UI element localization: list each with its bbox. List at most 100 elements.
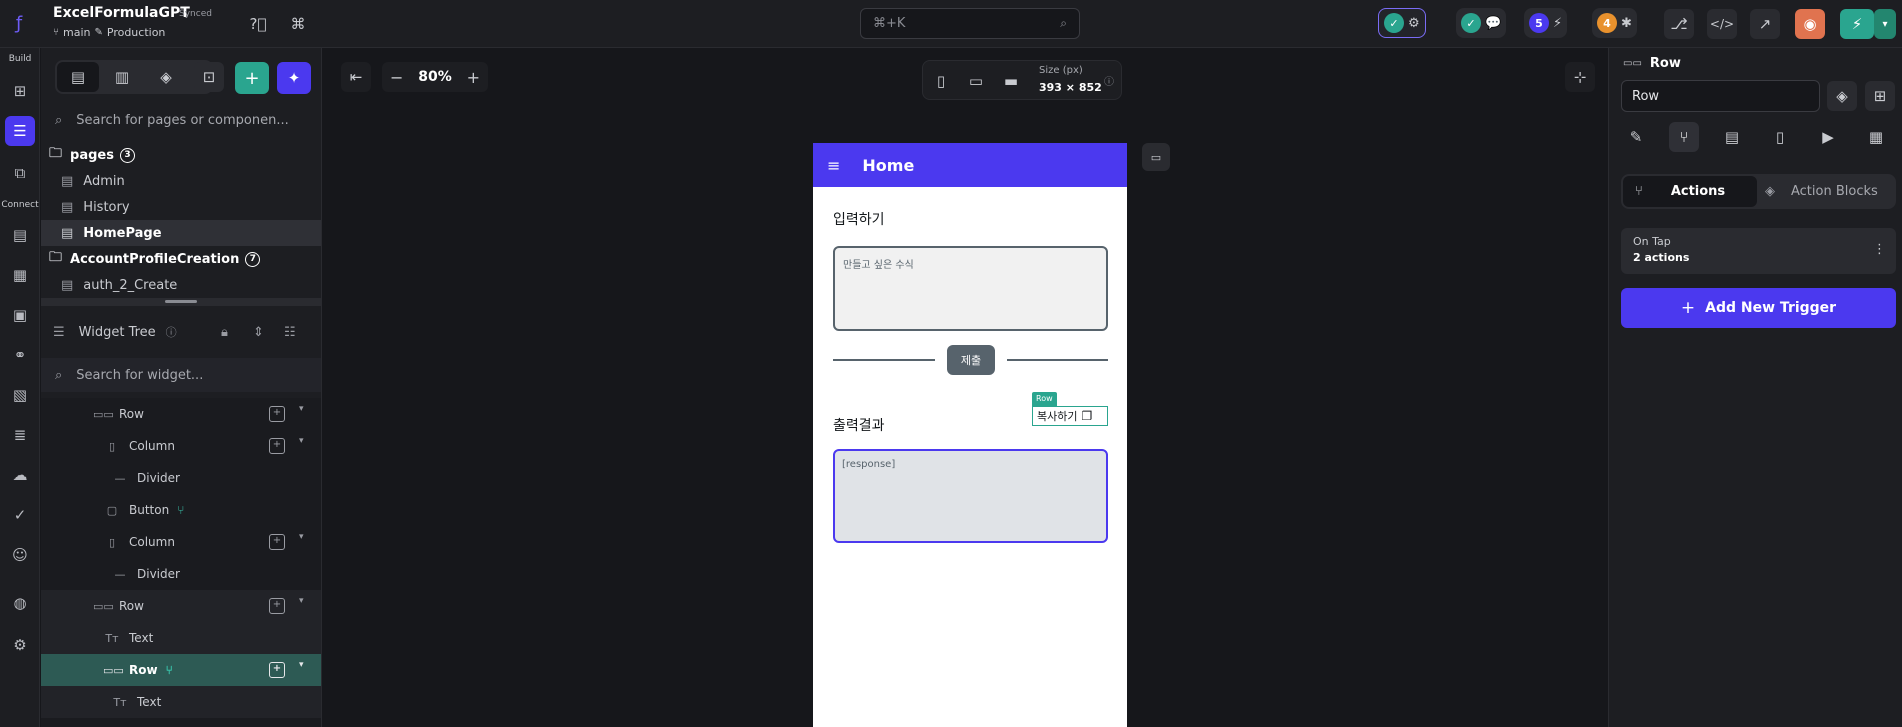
sort-icon[interactable]: ☷	[284, 325, 296, 340]
more-vertical-icon[interactable]: ⋮	[1873, 242, 1886, 257]
copy-row-selected[interactable]: 복사하기 ❐	[1032, 406, 1108, 426]
add-page-icon[interactable]: +	[235, 62, 269, 94]
components-tab-icon[interactable]: ▥	[101, 62, 143, 92]
add-child-icon[interactable]: +	[269, 534, 285, 550]
layout-tab-icon[interactable]: ▯	[1765, 122, 1795, 152]
agent-status-pill[interactable]: ✓ ⚙	[1378, 8, 1426, 38]
lock-icon[interactable]: 🔒︎	[221, 325, 228, 340]
tree-node-row-selected[interactable]: ▭▭ Row ⑂ + ▾	[41, 654, 321, 686]
actions-tab-icon[interactable]: ⑂	[1669, 122, 1699, 152]
agents-icon[interactable]: ☺	[5, 540, 35, 570]
tree-node-text[interactable]: Tт Text	[41, 686, 321, 718]
settings-icon[interactable]: ⚙	[5, 630, 35, 660]
ai-generate-icon[interactable]: ✦	[277, 62, 311, 94]
notes-tab-icon[interactable]: ▦	[1861, 122, 1891, 152]
widget-tree-icon[interactable]: ☰	[5, 116, 35, 146]
pages-folder[interactable]: 🗀 pages 3	[41, 142, 321, 168]
formula-input[interactable]: 만들고 싶은 수식	[833, 246, 1108, 331]
animation-tab-icon[interactable]: ▶	[1813, 122, 1843, 152]
app-logo-icon[interactable]: ƒ	[8, 13, 30, 35]
app-state-icon[interactable]: ▦	[5, 260, 35, 290]
api-calls-icon[interactable]: ≣	[5, 420, 35, 450]
branch-tools-icon[interactable]: ⎇	[1664, 9, 1694, 39]
media-icon[interactable]: ▣	[5, 300, 35, 330]
phone-device-icon[interactable]: ▯	[926, 66, 956, 96]
chevron-down-icon[interactable]: ▾	[299, 660, 304, 670]
chevron-down-icon[interactable]: ▾	[299, 404, 304, 414]
run-bolt-icon[interactable]: ⚡	[1840, 9, 1874, 39]
library-tab-icon[interactable]: ◈	[145, 62, 187, 92]
chevron-down-icon[interactable]: ▾	[299, 436, 304, 446]
global-search[interactable]: ⌘+K ⌕	[860, 8, 1080, 39]
errors-pill[interactable]: 4 ✱	[1592, 8, 1637, 38]
branch-info[interactable]: ⑂ main ✎ Production	[53, 26, 165, 39]
add-child-icon[interactable]: +	[269, 662, 285, 678]
page-item-auth-2-create[interactable]: ▤ auth_2_Create	[41, 272, 321, 298]
zoom-out-icon[interactable]: −	[390, 68, 403, 87]
tree-node-text[interactable]: Tт Text	[41, 622, 321, 654]
pages-tab-icon[interactable]: ▤	[57, 62, 99, 92]
canvas-settings-icon[interactable]: ⊹	[1565, 62, 1595, 92]
project-title[interactable]: ExcelFormulaGPT	[53, 5, 190, 21]
new-folder-icon[interactable]: ⊡	[194, 62, 224, 92]
widget-name-field[interactable]: Row	[1621, 80, 1820, 112]
tablet-device-icon[interactable]: ▭	[961, 66, 991, 96]
add-child-icon[interactable]: +	[269, 598, 285, 614]
command-icon[interactable]: ⌘	[283, 9, 313, 39]
theme-icon[interactable]: ◍	[5, 588, 35, 618]
collapse-panel-icon[interactable]: ⇤	[341, 62, 371, 92]
integrations-icon[interactable]: ⚭	[5, 340, 35, 370]
warnings-pill[interactable]: 5 ⚡	[1524, 8, 1568, 38]
chevron-down-icon[interactable]: ▾	[299, 532, 304, 542]
page-item-admin[interactable]: ▤ Admin	[41, 168, 321, 194]
add-new-trigger-button[interactable]: + Add New Trigger	[1621, 288, 1896, 328]
link-icon[interactable]: ▭	[1142, 143, 1170, 171]
properties-tab-icon[interactable]: ✎	[1621, 122, 1651, 152]
tree-node-row[interactable]: ▭▭ Row + ▾	[41, 590, 321, 622]
action-blocks-tab[interactable]: ◈ Action Blocks	[1757, 176, 1894, 207]
tree-node-row[interactable]: ▭▭ Row + ▾	[41, 398, 321, 430]
code-icon[interactable]: </>	[1707, 9, 1737, 39]
open-external-icon[interactable]: ↗	[1750, 9, 1780, 39]
panel-resize-handle[interactable]	[41, 298, 321, 306]
tree-node-divider[interactable]: — Divider	[41, 558, 321, 590]
chevron-down-icon[interactable]: ▾	[299, 596, 304, 606]
app-bar[interactable]: ≡ Home	[813, 143, 1127, 187]
widget-search[interactable]: ⌕ Search for widget...	[41, 358, 321, 392]
run-dropdown-icon[interactable]: ▾	[1874, 9, 1896, 39]
page-item-history[interactable]: ▤ History	[41, 194, 321, 220]
desktop-device-icon[interactable]: ▬	[996, 66, 1026, 96]
storyboard-icon[interactable]: ⧉	[5, 158, 35, 188]
info-icon[interactable]: ⓘ	[166, 324, 177, 340]
comments-pill[interactable]: ✓ 💬	[1456, 8, 1507, 38]
expand-icon[interactable]: ⇕	[253, 325, 264, 340]
copy-icon[interactable]: ❐	[1081, 409, 1092, 423]
library-icon[interactable]: ◈	[1827, 81, 1857, 111]
actions-tab[interactable]: ⑂ Actions	[1623, 176, 1757, 207]
add-child-icon[interactable]: +	[269, 438, 285, 454]
tree-node-button[interactable]: ▢ Button ⑂	[41, 494, 321, 526]
account-folder-label: AccountProfileCreation	[70, 251, 240, 267]
backend-query-tab-icon[interactable]: ▤	[1717, 122, 1747, 152]
images-icon[interactable]: ▧	[5, 380, 35, 410]
tree-node-column[interactable]: ▯ Column + ▾	[41, 526, 321, 558]
preview-eye-icon[interactable]: ◉	[1795, 9, 1825, 39]
tree-node-divider[interactable]: — Divider	[41, 462, 321, 494]
add-widget-icon[interactable]: ⊞	[5, 76, 35, 106]
tests-icon[interactable]: ✓	[5, 500, 35, 530]
page-item-homepage[interactable]: ▤ HomePage	[41, 220, 321, 246]
info-icon[interactable]: ⓘ	[1104, 73, 1114, 88]
account-folder[interactable]: 🗀 AccountProfileCreation 7	[41, 246, 321, 272]
zoom-in-icon[interactable]: +	[467, 68, 480, 87]
help-icon[interactable]: ?⃝	[243, 9, 273, 39]
trigger-card[interactable]: On Tap 2 actions ⋮	[1621, 228, 1896, 274]
add-child-icon[interactable]: +	[269, 406, 285, 422]
page-search[interactable]: ⌕ Search for pages or componen...	[41, 105, 321, 135]
cloud-icon[interactable]: ☁	[5, 460, 35, 490]
response-text: [response]	[842, 459, 896, 470]
add-to-component-icon[interactable]: ⊞	[1865, 81, 1895, 111]
tree-node-column[interactable]: ▯ Column + ▾	[41, 430, 321, 462]
firestore-icon[interactable]: ▤	[5, 220, 35, 250]
submit-button[interactable]: 제출	[947, 345, 995, 375]
menu-icon[interactable]: ≡	[827, 156, 840, 175]
